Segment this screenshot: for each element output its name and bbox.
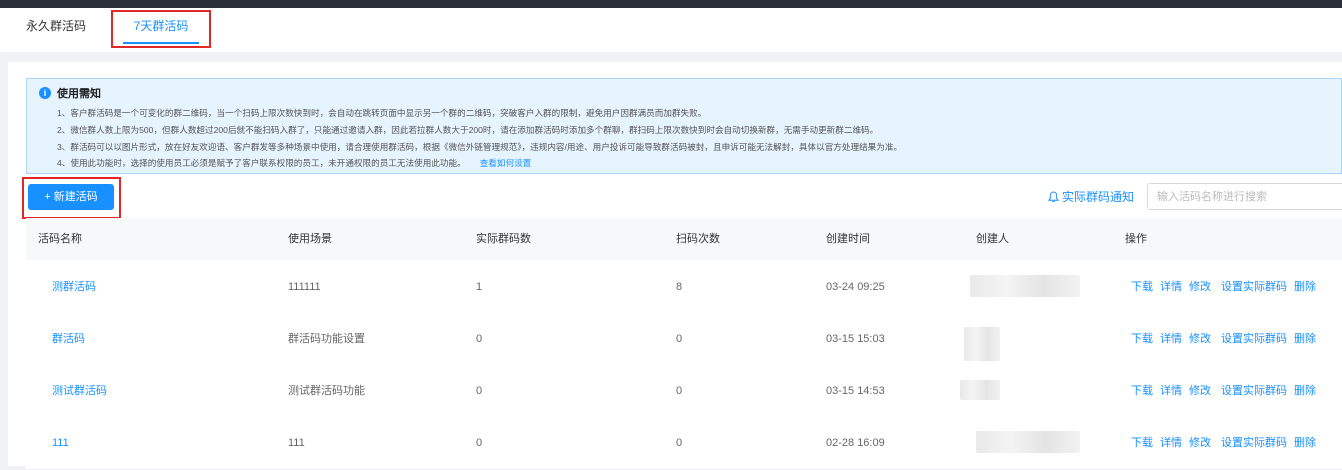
- creator-avatar-blurred: [964, 327, 1000, 361]
- detail-action[interactable]: 详情: [1160, 365, 1182, 417]
- tab-bar: 永久群活码 7天群活码: [0, 8, 1342, 52]
- scans-cell: 8: [676, 281, 683, 293]
- scene-cell: 111: [288, 437, 305, 449]
- detail-action[interactable]: 详情: [1160, 313, 1182, 365]
- edit-action[interactable]: 修改: [1189, 365, 1211, 417]
- notice-line-2: 2、微信群人数上限为500，但群人数超过200后就不能扫码入群了，只能通过邀请入…: [57, 125, 879, 135]
- time-cell: 02-28 16:09: [826, 437, 885, 449]
- scene-cell: 111111: [288, 281, 321, 293]
- detail-action[interactable]: 详情: [1160, 417, 1182, 469]
- plus-icon: +: [44, 191, 51, 203]
- search-input[interactable]: [1147, 183, 1342, 210]
- download-action[interactable]: 下载: [1131, 417, 1153, 469]
- time-cell: 03-15 14:53: [826, 385, 885, 397]
- qr-name-link[interactable]: 测群活码: [52, 261, 96, 313]
- scene-cell: 测试群活码功能: [288, 385, 365, 397]
- table-row: 群活码 群活码功能设置 0 0 03-15 15:03 下载 详情 修改 设置实…: [26, 313, 1342, 366]
- notice-line-1: 1、客户群活码是一个可变化的群二维码，当一个扫码上限次数快到时，会自动在跳转页面…: [57, 108, 707, 118]
- info-icon: i: [39, 87, 51, 99]
- edit-action[interactable]: 修改: [1189, 313, 1211, 365]
- qr-name-link[interactable]: 111: [52, 417, 69, 469]
- how-to-setup-link[interactable]: 查看如何设置: [480, 158, 532, 168]
- download-action[interactable]: 下载: [1131, 261, 1153, 313]
- scene-cell: 群活码功能设置: [288, 333, 365, 345]
- creator-avatar-blurred: [976, 431, 1080, 453]
- new-qr-button[interactable]: + 新建活码: [28, 184, 114, 210]
- row-actions: 下载 详情 修改 设置实际群码 删除: [1131, 261, 1316, 313]
- col-header-creator: 创建人: [976, 233, 1009, 245]
- set-actual-qr-action[interactable]: 设置实际群码: [1221, 261, 1287, 313]
- col-header-name: 活码名称: [38, 233, 82, 245]
- col-header-actions: 操作: [1125, 233, 1147, 245]
- time-cell: 03-24 09:25: [826, 281, 885, 293]
- edit-action[interactable]: 修改: [1189, 261, 1211, 313]
- count-cell: 0: [476, 333, 483, 345]
- col-header-count: 实际群码数: [476, 233, 531, 245]
- qr-notify-link[interactable]: 实际群码通知: [1048, 188, 1134, 205]
- table-row: 测群活码 111111 1 8 03-24 09:25 下载 详情 修改 设置实…: [26, 261, 1342, 314]
- set-actual-qr-action[interactable]: 设置实际群码: [1221, 365, 1287, 417]
- row-actions: 下载 详情 修改 设置实际群码 删除: [1131, 365, 1316, 417]
- notify-label: 实际群码通知: [1062, 190, 1135, 204]
- usage-notice: i 使用需知 1、客户群活码是一个可变化的群二维码，当一个扫码上限次数快到时，会…: [26, 78, 1342, 174]
- download-action[interactable]: 下载: [1131, 365, 1153, 417]
- new-qr-button-label: 新建活码: [53, 191, 98, 203]
- qr-name-link[interactable]: 测试群活码: [52, 365, 107, 417]
- delete-action[interactable]: 删除: [1294, 365, 1316, 417]
- notice-title: i 使用需知: [39, 85, 101, 101]
- top-bar: [0, 0, 1342, 8]
- scans-cell: 0: [676, 385, 683, 397]
- bell-icon: [1048, 190, 1059, 202]
- set-actual-qr-action[interactable]: 设置实际群码: [1221, 417, 1287, 469]
- creator-avatar-blurred: [970, 275, 1080, 297]
- table-header: 活码名称 使用场景 实际群码数 扫码次数 创建时间 创建人 操作: [26, 218, 1342, 260]
- count-cell: 0: [476, 385, 483, 397]
- notice-line-3: 3、群活码可以以图片形式，放在好友欢迎语、客户群发等多种场景中使用，请合理使用群…: [57, 142, 903, 152]
- scans-cell: 0: [676, 333, 683, 345]
- notice-line-4-text: 4、使用此功能时，选择的使用员工必须是赋予了客户联系权限的员工，未开通权限的员工…: [57, 158, 466, 168]
- col-header-time: 创建时间: [826, 233, 870, 245]
- qr-name-link[interactable]: 群活码: [52, 313, 85, 365]
- time-cell: 03-15 15:03: [826, 333, 885, 345]
- download-action[interactable]: 下载: [1131, 313, 1153, 365]
- set-actual-qr-action[interactable]: 设置实际群码: [1221, 313, 1287, 365]
- row-actions: 下载 详情 修改 设置实际群码 删除: [1131, 417, 1316, 469]
- edit-action[interactable]: 修改: [1189, 417, 1211, 469]
- notice-line-4: 4、使用此功能时，选择的使用员工必须是赋予了客户联系权限的员工，未开通权限的员工…: [57, 157, 531, 169]
- notice-title-text: 使用需知: [57, 88, 101, 100]
- table-row: 测试群活码 测试群活码功能 0 0 03-15 14:53 下载 详情 修改 设…: [26, 365, 1342, 418]
- count-cell: 1: [476, 281, 483, 293]
- tab-7day-label: 7天群活码: [133, 19, 189, 33]
- col-header-scene: 使用场景: [288, 233, 332, 245]
- tab-7day-qr[interactable]: 7天群活码: [111, 8, 211, 52]
- delete-action[interactable]: 删除: [1294, 313, 1316, 365]
- count-cell: 0: [476, 437, 483, 449]
- delete-action[interactable]: 删除: [1294, 417, 1316, 469]
- delete-action[interactable]: 删除: [1294, 261, 1316, 313]
- scans-cell: 0: [676, 437, 683, 449]
- detail-action[interactable]: 详情: [1160, 261, 1182, 313]
- col-header-scans: 扫码次数: [676, 233, 720, 245]
- row-actions: 下载 详情 修改 设置实际群码 删除: [1131, 313, 1316, 365]
- tab-permanent-qr[interactable]: 永久群活码: [14, 8, 98, 52]
- creator-avatar-blurred: [960, 380, 1000, 400]
- active-tab-indicator: [123, 42, 199, 44]
- table-row: 111 111 0 0 02-28 16:09 下载 详情 修改 设置实际群码 …: [26, 417, 1342, 470]
